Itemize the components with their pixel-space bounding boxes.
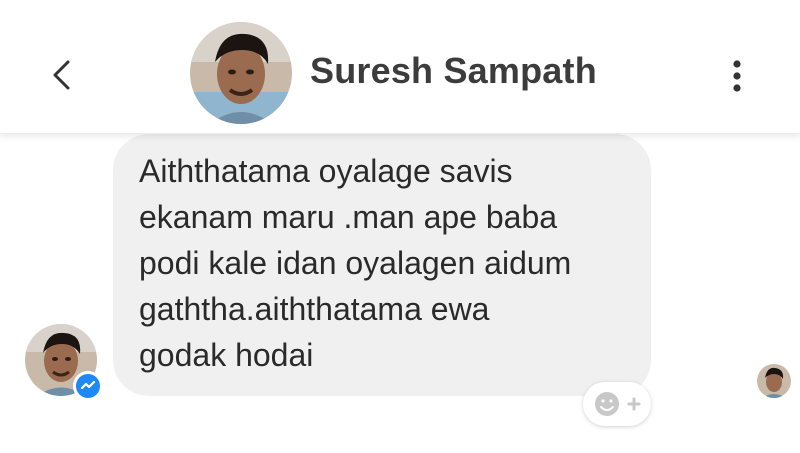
- messenger-icon: [80, 380, 96, 390]
- chat-header: Suresh Sampath: [0, 0, 800, 134]
- more-options-button[interactable]: [722, 55, 752, 99]
- contact-avatar[interactable]: [190, 22, 292, 124]
- messenger-badge: [73, 371, 103, 401]
- chevron-left-icon: [53, 60, 70, 90]
- vertical-dots-icon: [733, 60, 741, 92]
- back-button[interactable]: [40, 50, 80, 100]
- add-reaction-smiley-icon: [595, 392, 641, 416]
- message-text: Aiththatama oyalage savis ekanam maru .m…: [139, 153, 572, 373]
- add-reaction-button[interactable]: [583, 382, 651, 426]
- contact-name[interactable]: Suresh Sampath: [310, 50, 597, 92]
- seen-receipt-avatar: [757, 364, 791, 398]
- chat-screen: Suresh Sampath Aiththatama oyalage savis…: [0, 0, 800, 453]
